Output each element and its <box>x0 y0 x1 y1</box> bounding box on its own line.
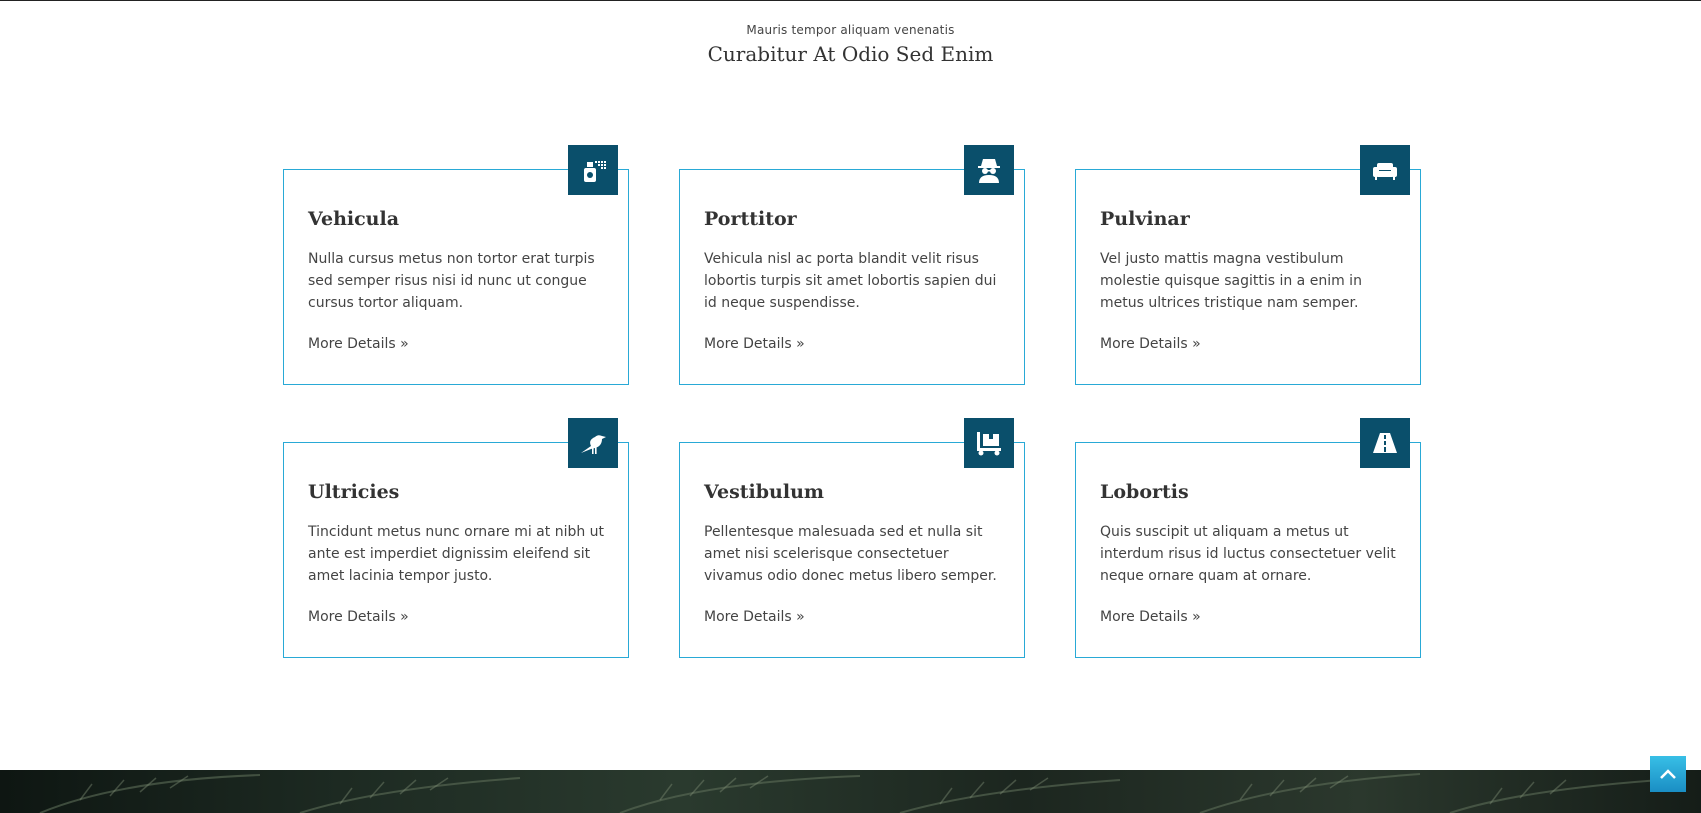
card-text: Tincidunt metus nunc ornare mi at nibh u… <box>308 524 605 584</box>
card-text: Vel justo mattis magna vestibulum molest… <box>1100 251 1362 311</box>
crow-icon <box>568 418 618 468</box>
service-card-vehicula: Vehicula Nulla cursus metus non tortor e… <box>283 145 629 385</box>
more-details-link[interactable]: More Details » <box>308 609 409 625</box>
card-title: Ultricies <box>308 481 400 503</box>
couch-icon <box>1360 145 1410 195</box>
back-to-top-button[interactable] <box>1650 756 1686 792</box>
card-text: Pellentesque malesuada sed et nulla sit … <box>704 524 997 584</box>
more-details-link[interactable]: More Details » <box>308 336 409 352</box>
card-text: Quis suscipit ut aliquam a metus ut inte… <box>1100 524 1396 584</box>
service-card-vestibulum: Vestibulum Pellentesque malesuada sed et… <box>679 418 1025 658</box>
service-card-ultricies: Ultricies Tincidunt metus nunc ornare mi… <box>283 418 629 658</box>
card-text: Vehicula nisl ac porta blandit velit ris… <box>704 251 997 311</box>
service-card-pulvinar: Pulvinar Vel justo mattis magna vestibul… <box>1075 145 1421 385</box>
road-icon <box>1360 418 1410 468</box>
more-details-link[interactable]: More Details » <box>704 609 805 625</box>
service-card-lobortis: Lobortis Quis suscipit ut aliquam a metu… <box>1075 418 1421 658</box>
card-title: Porttitor <box>704 208 797 230</box>
more-details-link[interactable]: More Details » <box>1100 609 1201 625</box>
card-title: Pulvinar <box>1100 208 1190 230</box>
section-title: Curabitur At Odio Sed Enim <box>707 42 994 66</box>
spy-icon <box>964 145 1014 195</box>
card-title: Lobortis <box>1100 481 1189 503</box>
chevron-up-icon <box>1660 769 1676 779</box>
more-details-link[interactable]: More Details » <box>1100 336 1201 352</box>
more-details-link[interactable]: More Details » <box>704 336 805 352</box>
card-title: Vestibulum <box>704 481 825 503</box>
card-text: Nulla cursus metus non tortor erat turpi… <box>308 251 595 311</box>
card-title: Vehicula <box>308 208 400 230</box>
top-divider <box>0 0 1701 1</box>
section-header: Mauris tempor aliquam venenatis Curabitu… <box>0 22 1701 67</box>
dolly-icon <box>964 418 1014 468</box>
service-card-porttitor: Porttitor Vehicula nisl ac porta blandit… <box>679 145 1025 385</box>
section-subtitle: Mauris tempor aliquam venenatis <box>746 23 955 37</box>
spray-bottle-icon <box>568 145 618 195</box>
footer-background-image <box>0 770 1701 813</box>
